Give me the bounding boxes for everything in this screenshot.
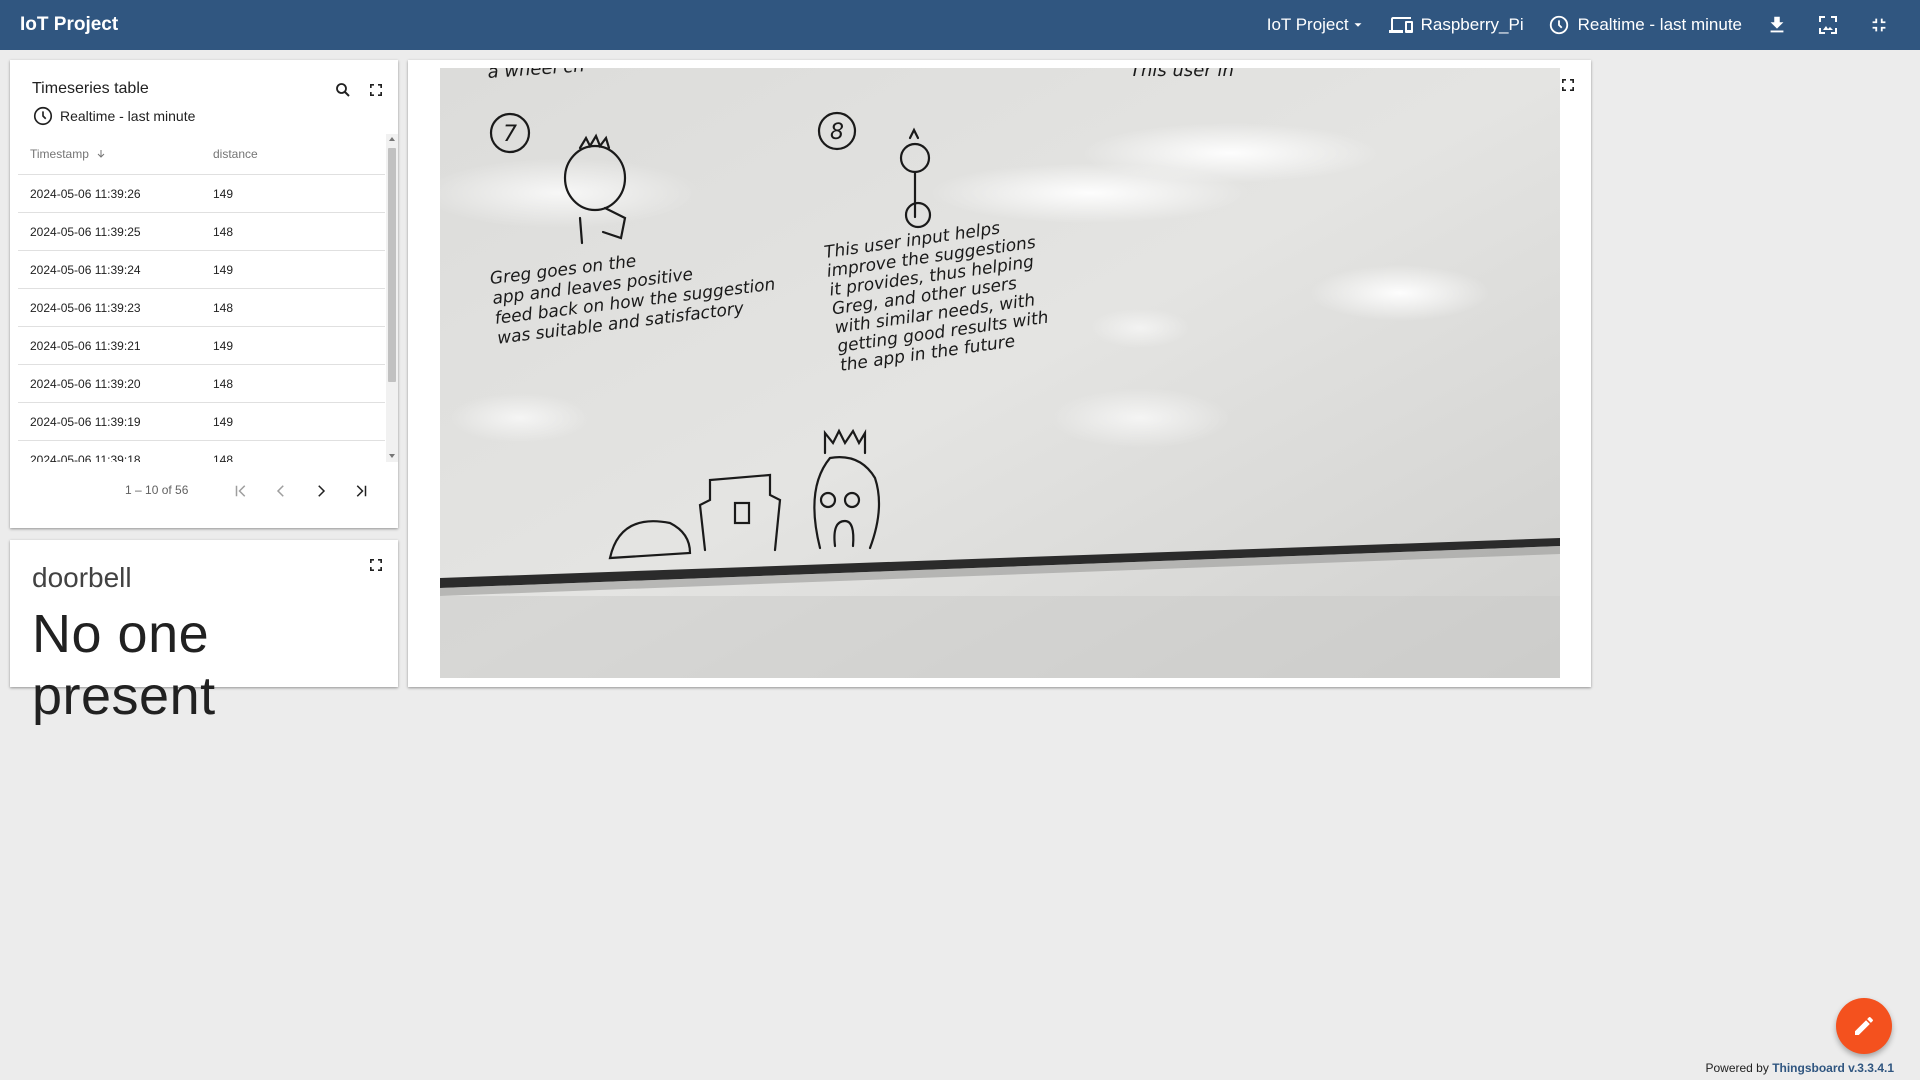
- table-body: 2024-05-06 11:39:26 149 2024-05-06 11:39:2…: [18, 175, 385, 462]
- cell-distance: 149: [213, 414, 234, 429]
- table-row[interactable]: 2024-05-06 11:39:24 149: [18, 251, 385, 289]
- fullscreen-exit-icon: [1872, 18, 1886, 32]
- image-export-button[interactable]: [1816, 13, 1840, 37]
- dashboard-select-label: IoT Project: [1266, 15, 1349, 34]
- widget-title: Timeseries table: [32, 80, 149, 97]
- powered-by-footer: Powered by Thingsboard v.3.3.4.1: [1705, 1061, 1894, 1075]
- widget-title: doorbell: [32, 562, 132, 593]
- first-page-button[interactable]: [232, 482, 250, 505]
- whiteboard-photo: a wheel ch This user in 7 8 Greg goes on…: [440, 68, 1560, 678]
- cell-distance: 149: [213, 338, 234, 353]
- camera-feed-widget: a wheel ch This user in 7 8 Greg goes on…: [408, 60, 1591, 687]
- search-icon: [336, 83, 350, 97]
- table-row[interactable]: 2024-05-06 11:39:26 149: [18, 175, 385, 213]
- timeseries-table-widget: Timeseries table Realtime - last minute …: [10, 60, 398, 528]
- cell-timestamp: 2024-05-06 11:39:20: [30, 376, 141, 391]
- table-header: Timestamp distance: [18, 134, 385, 175]
- fullscreen-icon: [370, 84, 382, 96]
- export-button[interactable]: [1766, 14, 1788, 36]
- arrow-downward-icon: [97, 150, 105, 158]
- scroll-up-arrow-icon[interactable]: [389, 137, 395, 141]
- chevron-left-icon: [276, 485, 284, 497]
- widget-timewindow-label: Realtime - last minute: [60, 108, 196, 124]
- next-page-button[interactable]: [312, 482, 330, 505]
- cell-timestamp: 2024-05-06 11:39:18: [30, 452, 141, 463]
- table-row[interactable]: 2024-05-06 11:39:19 149: [18, 403, 385, 441]
- table-paginator: 1 – 10 of 56: [10, 470, 398, 510]
- last-page-button[interactable]: [352, 482, 370, 505]
- cell-timestamp: 2024-05-06 11:39:26: [30, 186, 141, 201]
- widget-fullscreen-button[interactable]: [368, 82, 384, 103]
- paginator-range: 1 – 10 of 56: [125, 483, 189, 497]
- table-row[interactable]: 2024-05-06 11:39:25 148: [18, 213, 385, 251]
- whiteboard-step-7: 7: [503, 122, 517, 147]
- camera-image: a wheel ch This user in 7 8 Greg goes on…: [440, 68, 1560, 678]
- widget-fullscreen-button[interactable]: [1560, 77, 1576, 98]
- cell-timestamp: 2024-05-06 11:39:21: [30, 338, 141, 353]
- fullscreen-icon: [370, 559, 382, 571]
- devices-icon: [1388, 17, 1413, 33]
- table-row[interactable]: 2024-05-06 11:39:20 148: [18, 365, 385, 403]
- thingsboard-link[interactable]: Thingsboard v.3.3.4.1: [1772, 1061, 1894, 1075]
- table-scrollbar[interactable]: [386, 134, 398, 462]
- widget-timewindow: Realtime - last minute: [32, 105, 195, 127]
- column-header-distance[interactable]: distance: [211, 147, 258, 161]
- chevron-right-icon: [318, 485, 326, 497]
- cell-distance: 149: [213, 186, 234, 201]
- edit-icon: [1855, 1016, 1874, 1035]
- table-row[interactable]: 2024-05-06 11:39:18 148: [18, 441, 385, 463]
- entity-alias-select[interactable]: Raspberry_Pi: [1388, 13, 1524, 37]
- arrow-drop-down-icon: [1354, 23, 1362, 27]
- cell-distance: 148: [213, 452, 234, 463]
- fullscreen-icon: [1562, 79, 1574, 91]
- table-row[interactable]: 2024-05-06 11:39:23 148: [18, 289, 385, 327]
- cell-timestamp: 2024-05-06 11:39:23: [30, 300, 141, 315]
- column-header-label: Timestamp: [30, 147, 89, 161]
- scroll-down-arrow-icon[interactable]: [389, 454, 395, 458]
- cell-distance: 148: [213, 376, 234, 391]
- toolbar-actions: IoT Project Raspberry_Pi Realtime - last…: [1267, 0, 1920, 50]
- cell-timestamp: 2024-05-06 11:39:19: [30, 414, 141, 429]
- top-toolbar: IoT Project IoT Project Raspberry_Pi Rea…: [0, 0, 1920, 50]
- doorbell-widget: doorbell No one present: [10, 540, 398, 726]
- cell-distance: 149: [213, 262, 234, 277]
- first-page-icon: [235, 485, 246, 497]
- previous-page-button[interactable]: [272, 482, 290, 505]
- timewindow-button[interactable]: Realtime - last minute: [1548, 14, 1742, 36]
- whiteboard-step-8: 8: [830, 120, 844, 145]
- exit-fullscreen-button[interactable]: [1868, 14, 1890, 36]
- entity-alias-label: Raspberry_Pi: [1420, 15, 1524, 34]
- table-row[interactable]: 2024-05-06 11:39:21 149: [18, 327, 385, 365]
- cell-distance: 148: [213, 224, 234, 239]
- whiteboard-fragment-right: This user in: [1130, 68, 1234, 81]
- search-button[interactable]: [334, 81, 352, 104]
- column-header-timestamp[interactable]: Timestamp: [18, 147, 211, 161]
- cell-distance: 148: [213, 300, 234, 315]
- timewindow-label: Realtime - last minute: [1577, 15, 1742, 34]
- scrollbar-thumb[interactable]: [388, 148, 396, 382]
- clock-icon: [33, 106, 53, 126]
- cell-timestamp: 2024-05-06 11:39:24: [30, 262, 141, 277]
- image-export-icon: [1819, 16, 1837, 34]
- cell-timestamp: 2024-05-06 11:39:25: [30, 224, 141, 239]
- download-icon: [1770, 16, 1784, 33]
- dashboard-title: IoT Project: [20, 14, 119, 35]
- edit-mode-button[interactable]: [1836, 998, 1892, 1054]
- last-page-icon: [356, 485, 367, 497]
- widget-fullscreen-button[interactable]: [368, 557, 384, 578]
- doorbell-status-value: No one present: [32, 604, 216, 726]
- timeseries-table: Timestamp distance 2024-05-06 11:39:26 14…: [18, 134, 385, 462]
- powered-by-label: Powered by: [1705, 1061, 1769, 1075]
- dashboard-select[interactable]: IoT Project: [1267, 15, 1365, 35]
- clock-icon: [1549, 15, 1568, 35]
